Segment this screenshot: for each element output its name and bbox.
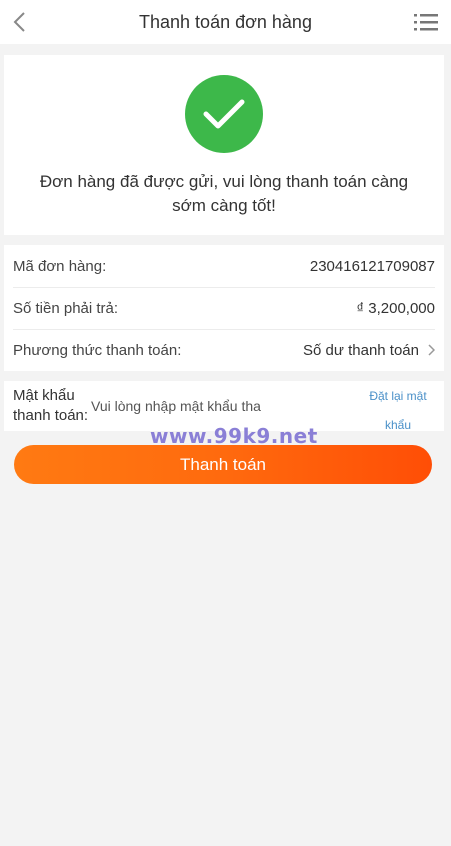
menu-button[interactable] <box>413 10 439 34</box>
order-id-label: Mã đơn hàng: <box>13 257 107 275</box>
order-info-card: Mã đơn hàng: 230416121709087 Số tiền phả… <box>4 245 444 371</box>
amount-value: ₫ 3,200,000 <box>356 299 435 317</box>
app-header: Thanh toán đơn hàng <box>0 0 451 44</box>
amount-row: Số tiền phải trả: ₫ 3,200,000 <box>13 287 435 330</box>
success-card: Đơn hàng đã được gửi, vui lòng thanh toá… <box>4 55 444 235</box>
payment-method-value: Số dư thanh toán <box>303 341 419 359</box>
back-button[interactable] <box>8 10 32 34</box>
list-menu-icon <box>414 14 438 31</box>
chevron-left-icon <box>13 12 25 32</box>
success-message: Đơn hàng đã được gửi, vui lòng thanh toá… <box>39 172 409 215</box>
payment-method-selector[interactable]: Số dư thanh toán <box>303 342 435 359</box>
reset-password-link[interactable]: Đặt lại mật khẩu <box>358 382 438 440</box>
page-title: Thanh toán đơn hàng <box>139 11 312 32</box>
checkmark-circle-icon <box>185 75 263 153</box>
password-input[interactable] <box>91 394 331 418</box>
order-id-row: Mã đơn hàng: 230416121709087 <box>13 245 435 288</box>
password-label: Mật khẩu thanh toán: <box>13 387 89 424</box>
pay-button[interactable]: Thanh toán <box>14 445 432 484</box>
chevron-right-icon <box>427 344 435 356</box>
order-id-value: 230416121709087 <box>309 257 435 275</box>
payment-method-row[interactable]: Phương thức thanh toán: Số dư thanh toán <box>13 329 435 371</box>
amount-label: Số tiền phải trả: <box>13 299 119 317</box>
payment-method-label: Phương thức thanh toán: <box>13 341 182 359</box>
